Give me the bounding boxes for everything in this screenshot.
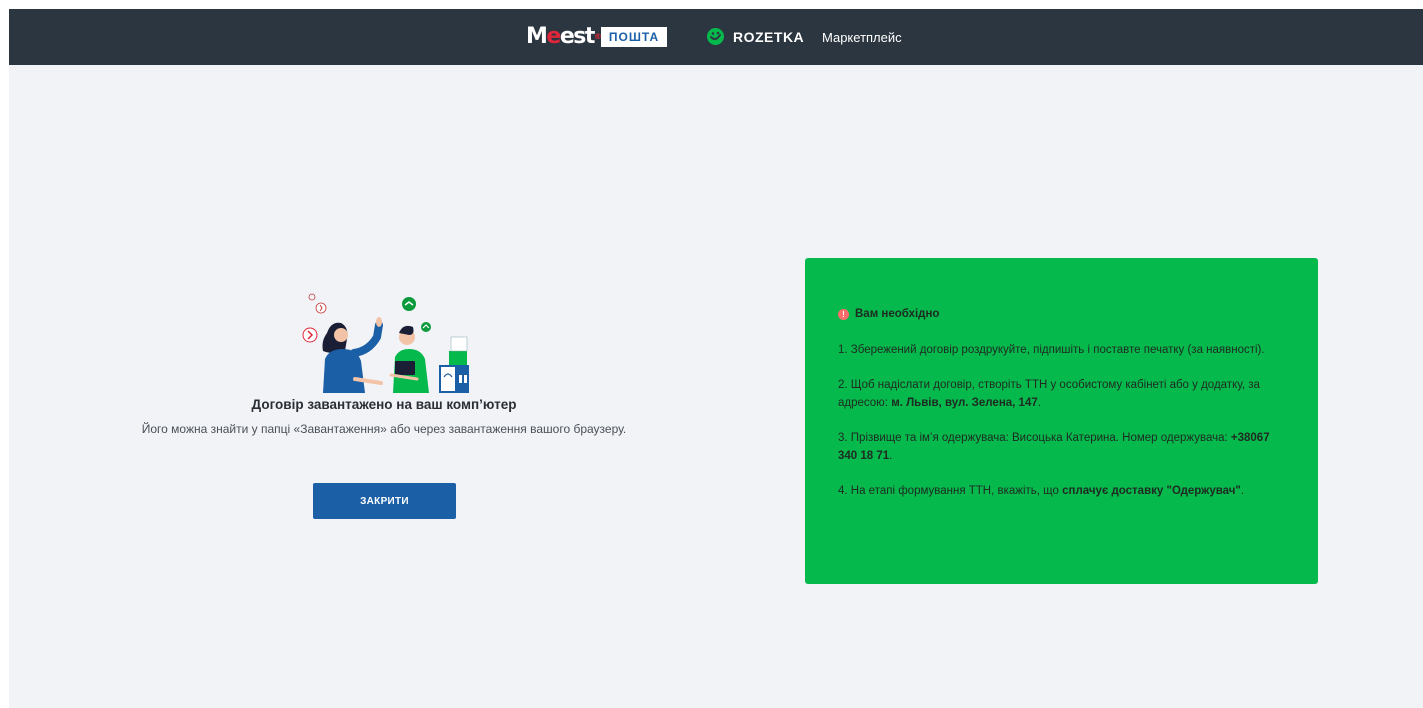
step-4: 4. На етапі формування ТТН, вкажіть, що … [838, 485, 1245, 497]
page-title: Договір завантажено на ваш комп’ютер [251, 397, 517, 412]
poshta-badge: ПОШТА [601, 27, 667, 47]
payer-note: сплачує доставку "Одержувач" [1062, 485, 1241, 497]
close-button[interactable]: ЗАКРИТИ [313, 483, 456, 519]
rozetka-logo-icon [707, 28, 724, 45]
info-content: ! Вам необхідно 1. Збережений договір ро… [838, 306, 1288, 519]
rozetka-name: ROZETKA [733, 29, 805, 45]
delivery-address: м. Львів, вул. Зелена, 147 [891, 396, 1038, 409]
meest-logo: Meest® [526, 24, 602, 49]
top-header: Meest® ПОШТА ROZETKA Маркетплейс [9, 9, 1423, 65]
page-subtitle: Його можна знайти у папці «Завантаження»… [141, 422, 627, 436]
warning-icon: ! [838, 309, 849, 321]
info-heading: ! Вам необхідно [838, 306, 1288, 324]
step-1: 1. Збережений договір роздрукуйте, підпи… [838, 343, 1265, 356]
rozetka-marketplace-label: Маркетплейс [822, 30, 902, 45]
info-card: ! Вам необхідно 1. Збережений договір ро… [805, 258, 1318, 584]
illustration-people-parcels [302, 293, 469, 393]
info-heading-text: Вам необхідно [855, 308, 940, 320]
step-2: 2. Щоб надіслати договір, створіть ТТН у… [838, 379, 1260, 409]
page-frame: Meest® ПОШТА ROZETKA Маркетплейс Договір… [9, 9, 1423, 708]
step-3: 3. Прізвище та ім’я одержувача: Висоцька… [838, 432, 1270, 462]
